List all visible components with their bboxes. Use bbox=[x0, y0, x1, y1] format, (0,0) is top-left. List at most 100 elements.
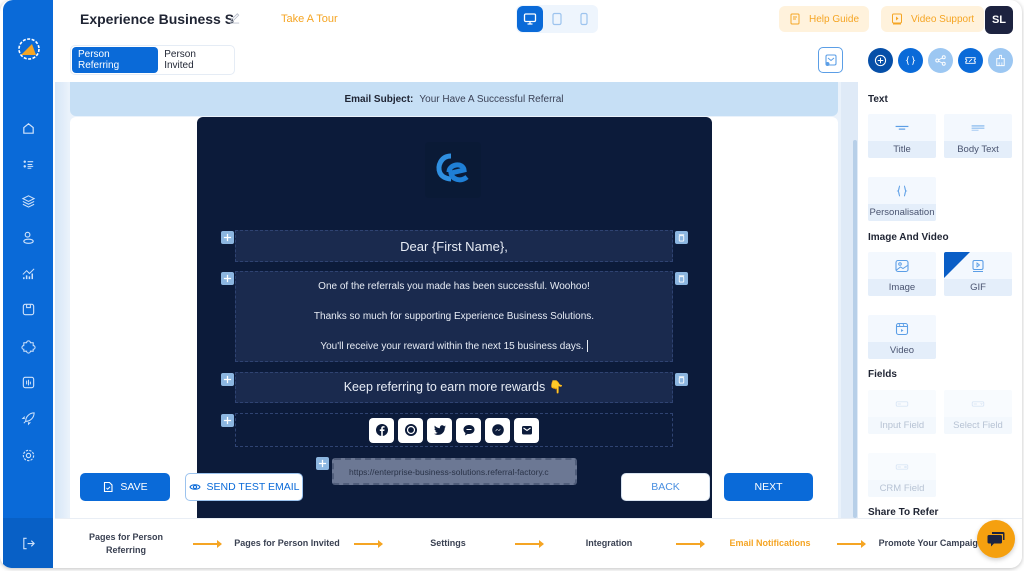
save-button[interactable]: SAVE bbox=[80, 473, 170, 501]
dashboard-icon[interactable] bbox=[16, 370, 40, 394]
step-pages-person-invited[interactable]: Pages for Person Invited bbox=[232, 527, 342, 561]
app-logo[interactable] bbox=[16, 36, 42, 62]
reward-button[interactable] bbox=[958, 48, 983, 73]
body-line-text: You'll receive your reward within the ne… bbox=[320, 341, 583, 352]
move-handle-icon[interactable] bbox=[221, 231, 234, 244]
users-icon[interactable] bbox=[16, 225, 40, 249]
live-chat-button[interactable] bbox=[977, 520, 1015, 558]
body-line[interactable]: One of the referrals you made has been s… bbox=[318, 272, 590, 302]
section-text-heading: Text bbox=[868, 94, 888, 105]
step-email-notifications[interactable]: Email Notifications bbox=[715, 527, 825, 561]
mail-icon bbox=[520, 423, 534, 437]
video-support-button[interactable]: Video Support bbox=[881, 6, 984, 32]
rocket-icon[interactable] bbox=[16, 406, 40, 430]
mobile-view-button[interactable] bbox=[571, 6, 597, 32]
tab-person-invited[interactable]: Person Invited bbox=[158, 47, 233, 73]
tablet-view-button[interactable] bbox=[544, 6, 570, 32]
campaign-title: Experience Business S bbox=[80, 11, 234, 27]
save-file-icon bbox=[102, 481, 114, 493]
email-subject-label: Email Subject: bbox=[344, 94, 413, 105]
body-line[interactable]: Thanks so much for supporting Experience… bbox=[314, 302, 594, 332]
step-arrow-icon bbox=[354, 543, 382, 545]
step-pages-person-referring[interactable]: Pages for Person Referring bbox=[71, 527, 181, 561]
step-arrow-icon bbox=[193, 543, 221, 545]
title-tile-label: Title bbox=[868, 141, 936, 158]
crm-field-tile[interactable]: CRM Field bbox=[868, 453, 936, 497]
delete-block-icon[interactable] bbox=[675, 373, 688, 386]
email-share-button[interactable] bbox=[514, 418, 539, 443]
step-settings[interactable]: Settings bbox=[393, 527, 503, 561]
image-tile-label: Image bbox=[868, 279, 936, 296]
step-integration[interactable]: Integration bbox=[554, 527, 664, 561]
chat-bubble-icon bbox=[986, 530, 1006, 548]
user-avatar[interactable]: SL bbox=[985, 6, 1013, 34]
input-field-tile[interactable]: Input Field bbox=[868, 390, 936, 434]
email-subject-input[interactable]: Your Have A Successful Referral bbox=[419, 94, 563, 105]
body-text-block-tile[interactable]: Body Text bbox=[944, 114, 1012, 158]
body-line[interactable]: You'll receive your reward within the ne… bbox=[320, 331, 587, 361]
select-field-tile[interactable]: Select Field bbox=[944, 390, 1012, 434]
twitter-share-button[interactable] bbox=[427, 418, 452, 443]
body-text-block[interactable]: One of the referrals you made has been s… bbox=[235, 271, 673, 362]
whatsapp-share-button[interactable] bbox=[398, 418, 423, 443]
device-toggle bbox=[516, 5, 598, 33]
text-cursor bbox=[587, 340, 588, 352]
mail-preview-icon bbox=[824, 53, 838, 67]
next-button[interactable]: NEXT bbox=[724, 473, 813, 501]
take-a-tour-link[interactable]: Take A Tour bbox=[281, 13, 338, 25]
move-handle-icon[interactable] bbox=[221, 373, 234, 386]
send-test-email-button[interactable]: SEND TEST EMAIL bbox=[185, 473, 303, 501]
styles-button[interactable] bbox=[988, 48, 1013, 73]
move-handle-icon[interactable] bbox=[316, 457, 329, 470]
company-logo[interactable] bbox=[425, 142, 481, 198]
personalisation-button[interactable] bbox=[898, 48, 923, 73]
facebook-share-button[interactable] bbox=[369, 418, 394, 443]
social-share-block[interactable] bbox=[235, 413, 673, 447]
personalisation-block-tile[interactable]: Personalisation bbox=[868, 177, 936, 221]
move-handle-icon[interactable] bbox=[221, 414, 234, 427]
step-arrow-icon bbox=[676, 543, 704, 545]
layers-icon[interactable] bbox=[16, 188, 40, 212]
step-promote-campaign[interactable]: Promote Your Campaign bbox=[876, 527, 986, 561]
gif-block-tile[interactable]: GIF bbox=[944, 252, 1012, 296]
analytics-icon[interactable] bbox=[16, 261, 40, 285]
edit-title-icon[interactable] bbox=[228, 11, 241, 24]
personalisation-tile-label: Personalisation bbox=[868, 204, 936, 221]
input-field-icon bbox=[894, 397, 910, 411]
list-icon[interactable] bbox=[16, 152, 40, 176]
plus-circle-icon bbox=[874, 54, 887, 67]
cta-text-block[interactable]: Keep referring to earn more rewards 👇 bbox=[235, 372, 673, 403]
share-link-block[interactable]: https://enterprise-business-solutions.re… bbox=[332, 458, 577, 485]
sms-share-button[interactable] bbox=[456, 418, 481, 443]
integrations-icon[interactable] bbox=[16, 334, 40, 358]
step-arrow-icon bbox=[837, 543, 865, 545]
title-block-tile[interactable]: Title bbox=[868, 114, 936, 158]
video-block-tile[interactable]: Video bbox=[868, 315, 936, 359]
tab-person-referring[interactable]: Person Referring bbox=[72, 47, 158, 73]
messenger-icon bbox=[491, 423, 505, 437]
image-block-tile[interactable]: Image bbox=[868, 252, 936, 296]
section-image-video-heading: Image And Video bbox=[868, 232, 949, 243]
email-preview-button[interactable] bbox=[818, 47, 843, 73]
canvas-scrollbar[interactable] bbox=[853, 140, 857, 518]
package-icon[interactable] bbox=[16, 297, 40, 321]
logout-icon[interactable] bbox=[16, 531, 40, 555]
cta-text[interactable]: Keep referring to earn more rewards bbox=[344, 380, 545, 394]
move-handle-icon[interactable] bbox=[221, 272, 234, 285]
home-icon[interactable] bbox=[16, 116, 40, 140]
send-test-email-label: SEND TEST EMAIL bbox=[207, 481, 300, 493]
delete-block-icon[interactable] bbox=[675, 231, 688, 244]
select-field-icon bbox=[970, 397, 986, 411]
help-guide-button[interactable]: Help Guide bbox=[779, 6, 869, 32]
back-button[interactable]: BACK bbox=[621, 473, 710, 501]
add-block-button[interactable] bbox=[868, 48, 893, 73]
greeting-text[interactable]: Dear {First Name}, bbox=[400, 239, 508, 254]
facebook-icon bbox=[375, 423, 389, 437]
messenger-share-button[interactable] bbox=[485, 418, 510, 443]
greeting-block[interactable]: Dear {First Name}, bbox=[235, 230, 673, 262]
desktop-view-button[interactable] bbox=[517, 6, 543, 32]
share-button[interactable] bbox=[928, 48, 953, 73]
delete-block-icon[interactable] bbox=[675, 272, 688, 285]
settings-icon[interactable] bbox=[16, 443, 40, 467]
whatsapp-icon bbox=[404, 423, 418, 437]
